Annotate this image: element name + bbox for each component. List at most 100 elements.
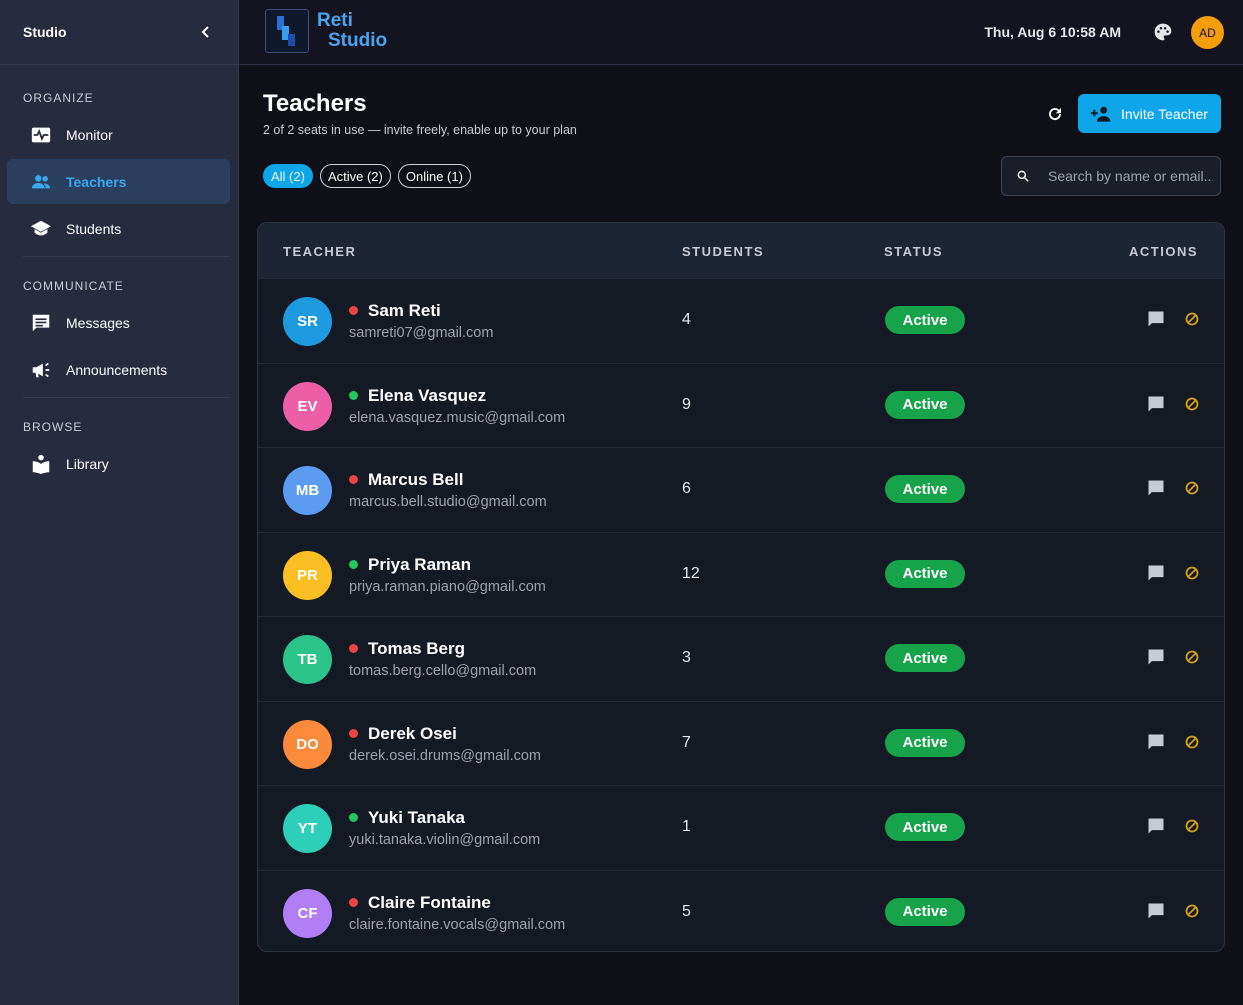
teachers-table: TEACHER STUDENTS STATUS ACTIONS SR Sam R… xyxy=(257,222,1225,952)
deactivate-teacher-icon[interactable] xyxy=(1184,734,1200,750)
refresh-icon[interactable] xyxy=(1046,105,1064,123)
status-badge: Active xyxy=(885,728,965,757)
sidebar-item-label: Monitor xyxy=(66,126,113,143)
message-icon xyxy=(32,314,50,331)
status-badge: Active xyxy=(885,813,965,841)
sidebar-item-announcements[interactable]: Announcements xyxy=(7,347,230,392)
sidebar-title: Studio xyxy=(23,24,67,40)
table-row[interactable]: MB Marcus Bell marcus.bell.studio@gmail.… xyxy=(258,447,1224,531)
section-browse: BROWSE xyxy=(23,420,83,434)
column-header-status[interactable]: STATUS xyxy=(884,244,943,259)
search-box xyxy=(1001,156,1221,196)
student-count: 12 xyxy=(682,564,700,582)
teacher-name: Sam Reti xyxy=(368,301,441,320)
sidebar: Studio ORGANIZE Monitor Teachers Student… xyxy=(0,0,239,1005)
search-input[interactable] xyxy=(1048,168,1213,184)
monitor-icon xyxy=(31,127,51,142)
logo-mark-icon xyxy=(265,9,309,53)
deactivate-teacher-icon[interactable] xyxy=(1184,480,1200,496)
message-teacher-icon[interactable] xyxy=(1146,901,1166,921)
page-title: Teachers xyxy=(263,90,367,117)
palette-icon[interactable] xyxy=(1153,22,1173,42)
teacher-email: tomas.berg.cello@gmail.com xyxy=(349,663,537,679)
student-count: 9 xyxy=(682,395,691,413)
filter-online[interactable]: Online (1) xyxy=(397,164,471,188)
sidebar-divider xyxy=(23,256,230,257)
teacher-name: Marcus Bell xyxy=(368,470,464,489)
filter-all[interactable]: All (2) xyxy=(263,164,313,188)
message-teacher-icon[interactable] xyxy=(1146,816,1166,836)
status-badge: Active xyxy=(885,306,965,334)
column-header-actions: ACTIONS xyxy=(1129,244,1198,259)
table-header: TEACHER STUDENTS STATUS ACTIONS xyxy=(258,223,1224,278)
sidebar-item-label: Library xyxy=(66,455,109,472)
megaphone-icon xyxy=(32,362,50,377)
sidebar-item-label: Announcements xyxy=(66,361,168,378)
logo[interactable]: Reti Studio xyxy=(265,9,387,53)
filter-active[interactable]: Active (2) xyxy=(319,164,391,188)
online-status-dot xyxy=(349,644,358,653)
deactivate-teacher-icon[interactable] xyxy=(1184,396,1200,412)
filter-chips: All (2) Active (2) Online (1) xyxy=(263,164,471,188)
message-teacher-icon[interactable] xyxy=(1146,309,1166,329)
teacher-name: Yuki Tanaka xyxy=(368,808,466,827)
teacher-avatar: MB xyxy=(283,466,332,515)
online-status-dot xyxy=(349,728,358,738)
table-row[interactable]: YT Yuki Tanaka yuki.tanaka.violin@gmail.… xyxy=(258,785,1224,869)
message-teacher-icon[interactable] xyxy=(1146,478,1166,498)
teacher-avatar: CF xyxy=(283,888,332,938)
status-badge: Active xyxy=(885,559,965,588)
invite-teacher-button[interactable]: Invite Teacher xyxy=(1078,94,1221,133)
sidebar-item-students[interactable]: Students xyxy=(7,206,230,251)
collapse-sidebar-icon[interactable] xyxy=(197,23,215,41)
teacher-avatar: YT xyxy=(283,804,332,853)
logo-text: Reti Studio xyxy=(317,11,387,51)
student-count: 4 xyxy=(682,311,691,328)
column-header-teacher[interactable]: TEACHER xyxy=(283,244,356,259)
table-row[interactable]: EV Elena Vasquez elena.vasquez.music@gma… xyxy=(258,362,1224,447)
table-row[interactable]: PR Priya Raman priya.raman.piano@gmail.c… xyxy=(258,531,1224,616)
online-status-dot xyxy=(349,306,358,315)
sidebar-item-library[interactable]: Library xyxy=(7,441,230,486)
deactivate-teacher-icon[interactable] xyxy=(1184,649,1200,665)
user-avatar[interactable]: AD xyxy=(1191,16,1224,49)
invite-teacher-label: Invite Teacher xyxy=(1121,105,1208,122)
teacher-email: marcus.bell.studio@gmail.com xyxy=(349,494,547,510)
message-teacher-icon[interactable] xyxy=(1146,563,1166,583)
datetime: Thu, Aug 6 10:58 AM xyxy=(984,24,1121,40)
deactivate-teacher-icon[interactable] xyxy=(1184,311,1200,327)
student-count: 7 xyxy=(682,733,691,751)
sidebar-divider xyxy=(23,397,230,398)
sidebar-item-messages[interactable]: Messages xyxy=(7,300,230,345)
message-teacher-icon[interactable] xyxy=(1146,732,1166,752)
teacher-avatar: PR xyxy=(283,550,332,600)
teacher-avatar: SR xyxy=(283,297,332,346)
message-teacher-icon[interactable] xyxy=(1146,394,1166,414)
section-communicate: COMMUNICATE xyxy=(23,279,124,293)
teacher-name: Elena Vasquez xyxy=(368,385,487,405)
topbar: Reti Studio Thu, Aug 6 10:58 AM AD xyxy=(239,0,1243,65)
deactivate-teacher-icon[interactable] xyxy=(1184,903,1200,919)
search-icon xyxy=(1017,170,1029,182)
table-row[interactable]: SR Sam Reti samreti07@gmail.com 4 Active xyxy=(258,278,1224,362)
sidebar-item-teachers[interactable]: Teachers xyxy=(7,159,230,204)
deactivate-teacher-icon[interactable] xyxy=(1184,818,1200,834)
table-row[interactable]: DO Derek Osei derek.osei.drums@gmail.com… xyxy=(258,700,1224,785)
teacher-avatar: DO xyxy=(283,719,332,769)
section-organize: ORGANIZE xyxy=(23,91,94,105)
teacher-email: elena.vasquez.music@gmail.com xyxy=(349,409,566,426)
table-row[interactable]: CF Claire Fontaine claire.fontaine.vocal… xyxy=(258,869,1224,952)
table-row[interactable]: TB Tomas Berg tomas.berg.cello@gmail.com… xyxy=(258,616,1224,700)
online-status-dot xyxy=(349,813,358,822)
teacher-name: Tomas Berg xyxy=(368,639,465,658)
message-teacher-icon[interactable] xyxy=(1146,647,1166,667)
logo-line-2: Studio xyxy=(328,30,388,51)
column-header-students[interactable]: STUDENTS xyxy=(682,244,764,259)
online-status-dot xyxy=(349,559,358,569)
deactivate-teacher-icon[interactable] xyxy=(1184,565,1200,581)
sidebar-item-label: Messages xyxy=(66,314,130,331)
online-status-dot xyxy=(349,475,358,484)
student-count: 5 xyxy=(682,902,691,920)
sidebar-item-monitor[interactable]: Monitor xyxy=(7,112,230,157)
logo-line-1: Reti xyxy=(317,10,353,31)
